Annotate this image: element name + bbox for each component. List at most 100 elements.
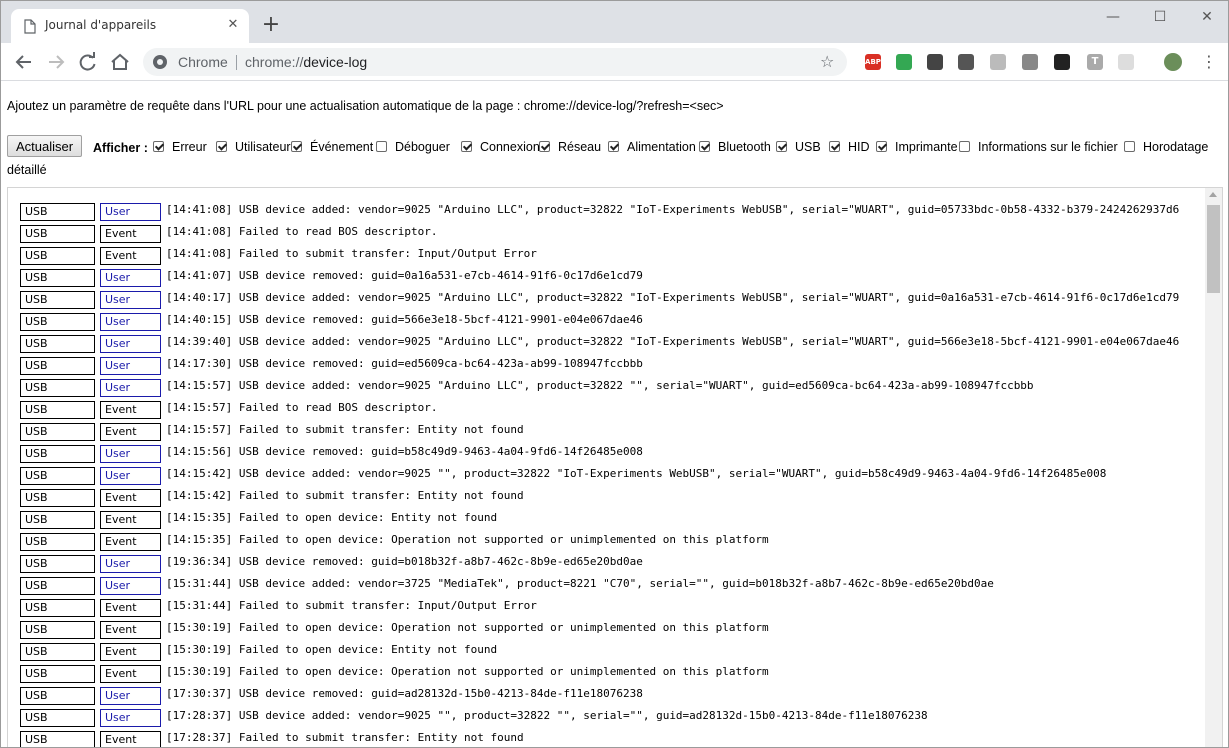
close-window-icon[interactable]: ✕: [1197, 7, 1217, 27]
type-tag: User: [100, 445, 161, 463]
home-icon[interactable]: [108, 51, 132, 73]
maximize-icon[interactable]: ☐: [1150, 7, 1170, 27]
filter-bluetooth[interactable]: Bluetooth: [699, 140, 771, 158]
omnibox-divider: [236, 55, 237, 70]
filter-checkbox[interactable]: [1124, 141, 1135, 152]
log-entry: USB User [19:36:34] USB device removed: gu…: [20, 551, 1200, 573]
filter-label: Réseau: [558, 140, 602, 154]
filter-checkbox[interactable]: [699, 141, 710, 152]
minimize-icon[interactable]: —: [1103, 7, 1123, 27]
page-icon[interactable]: [990, 54, 1006, 70]
log-message: [14:15:57] Failed to submit transfer: En…: [166, 423, 524, 436]
log-entry: USB Event [14:15:35] Failed to open device…: [20, 529, 1200, 551]
filter-r-seau[interactable]: Réseau: [539, 140, 601, 158]
log-entry: USB User [14:40:15] USB device removed: gu…: [20, 309, 1200, 331]
bookmark-star-icon[interactable]: ☆: [820, 52, 834, 71]
log-message: [15:31:44] USB device added: vendor=3725…: [166, 577, 994, 590]
color-wheel-icon[interactable]: [896, 54, 912, 70]
log-entry: USB User [14:15:57] USB device added: vend…: [20, 375, 1200, 397]
filter-checkbox[interactable]: [829, 141, 840, 152]
t-icon[interactable]: T: [1087, 54, 1103, 70]
log-entry: USB User [17:28:37] USB device added: vend…: [20, 705, 1200, 727]
chrome-icon: [153, 55, 167, 69]
url-text[interactable]: chrome://device-log: [245, 54, 367, 70]
log-entry: USB User [14:41:08] USB device added: vend…: [20, 199, 1200, 221]
type-tag: User: [100, 577, 161, 595]
log-message: [14:17:30] USB device removed: guid=ed56…: [166, 357, 643, 370]
back-arrow-icon[interactable]: [12, 51, 36, 73]
source-tag: USB: [20, 533, 95, 551]
filter-checkbox[interactable]: [216, 141, 227, 152]
tab-device-log[interactable]: Journal d'appareils ✕: [11, 9, 249, 43]
filter-horodatage[interactable]: Horodatage: [1124, 140, 1208, 158]
clock-refresh-icon[interactable]: [927, 54, 943, 70]
show-label: Afficher :: [93, 141, 148, 155]
filter-imprimante[interactable]: Imprimante: [876, 140, 958, 158]
filter-erreur[interactable]: Erreur: [153, 140, 207, 158]
type-tag: Event: [100, 643, 161, 661]
filter-alimentation[interactable]: Alimentation: [608, 140, 696, 158]
log-message: [17:28:37] Failed to submit transfer: En…: [166, 731, 524, 744]
type-tag: Event: [100, 247, 161, 265]
source-tag: USB: [20, 225, 95, 243]
filter-checkbox[interactable]: [776, 141, 787, 152]
type-tag: User: [100, 335, 161, 353]
log-entry: USB Event [15:30:19] Failed to open device…: [20, 617, 1200, 639]
type-tag: User: [100, 687, 161, 705]
network-icon[interactable]: [1054, 54, 1070, 70]
mail-icon[interactable]: [958, 54, 974, 70]
new-tab-button[interactable]: +: [259, 13, 283, 37]
source-tag: USB: [20, 445, 95, 463]
log-message: [17:28:37] USB device added: vendor=9025…: [166, 709, 928, 722]
type-tag: Event: [100, 401, 161, 419]
filter-checkbox[interactable]: [608, 141, 619, 152]
reload-icon[interactable]: [76, 51, 100, 73]
scroll-up-icon[interactable]: [1209, 192, 1217, 197]
filter-label: Imprimante: [895, 140, 958, 154]
avatar[interactable]: [1164, 53, 1182, 71]
menu-icon[interactable]: ⋮: [1201, 53, 1217, 71]
close-tab-icon[interactable]: ✕: [225, 17, 241, 33]
log-message: [14:41:07] USB device removed: guid=0a16…: [166, 269, 643, 282]
forward-arrow-icon[interactable]: [44, 51, 68, 73]
scroll-thumb[interactable]: [1207, 205, 1220, 293]
filter-hid[interactable]: HID: [829, 140, 870, 158]
filter-label: Déboguer: [395, 140, 450, 154]
filter-checkbox[interactable]: [291, 141, 302, 152]
filter-d-boguer[interactable]: Déboguer: [376, 140, 450, 158]
filter-checkbox[interactable]: [876, 141, 887, 152]
filter-checkbox[interactable]: [461, 141, 472, 152]
filter-label: Erreur: [172, 140, 207, 154]
filter-checkbox[interactable]: [153, 141, 164, 152]
log-message: [14:41:08] Failed to submit transfer: In…: [166, 247, 537, 260]
type-tag: Event: [100, 621, 161, 639]
refresh-button[interactable]: Actualiser: [7, 135, 82, 157]
filter--v-nement[interactable]: Événement: [291, 140, 373, 158]
circle-icon[interactable]: [1022, 54, 1038, 70]
log-entry: USB Event [14:15:57] Failed to submit tran…: [20, 419, 1200, 441]
log-entry: USB User [14:15:56] USB device removed: gu…: [20, 441, 1200, 463]
source-tag: USB: [20, 423, 95, 441]
filter-connexion[interactable]: Connexion: [461, 140, 540, 158]
log-entry: USB Event [14:15:35] Failed to open device…: [20, 507, 1200, 529]
log-entry: USB Event [14:15:42] Failed to submit tran…: [20, 485, 1200, 507]
log-message: [14:41:08] Failed to read BOS descriptor…: [166, 225, 438, 238]
address-bar[interactable]: Chrome chrome://device-log ☆: [143, 48, 847, 76]
source-tag: USB: [20, 577, 95, 595]
log-message: [15:31:44] Failed to submit transfer: In…: [166, 599, 537, 612]
log-entry: USB Event [14:41:08] Failed to submit tran…: [20, 243, 1200, 265]
shield-icon[interactable]: [1118, 54, 1134, 70]
filter-usb[interactable]: USB: [776, 140, 821, 158]
adblock-icon[interactable]: ABP: [865, 54, 881, 70]
log-list: USB User [14:41:08] USB device added: vend…: [20, 199, 1200, 747]
filter-utilisateur[interactable]: Utilisateur: [216, 140, 291, 158]
type-tag: User: [100, 467, 161, 485]
filter-checkbox[interactable]: [539, 141, 550, 152]
log-entry: USB User [14:41:07] USB device removed: gu…: [20, 265, 1200, 287]
vertical-scrollbar[interactable]: [1205, 188, 1222, 747]
type-tag: Event: [100, 489, 161, 507]
filter-informations-sur-le-fichier[interactable]: Informations sur le fichier: [959, 140, 1118, 158]
filter-checkbox[interactable]: [959, 141, 970, 152]
log-message: [14:15:42] Failed to submit transfer: En…: [166, 489, 524, 502]
filter-checkbox[interactable]: [376, 141, 387, 152]
